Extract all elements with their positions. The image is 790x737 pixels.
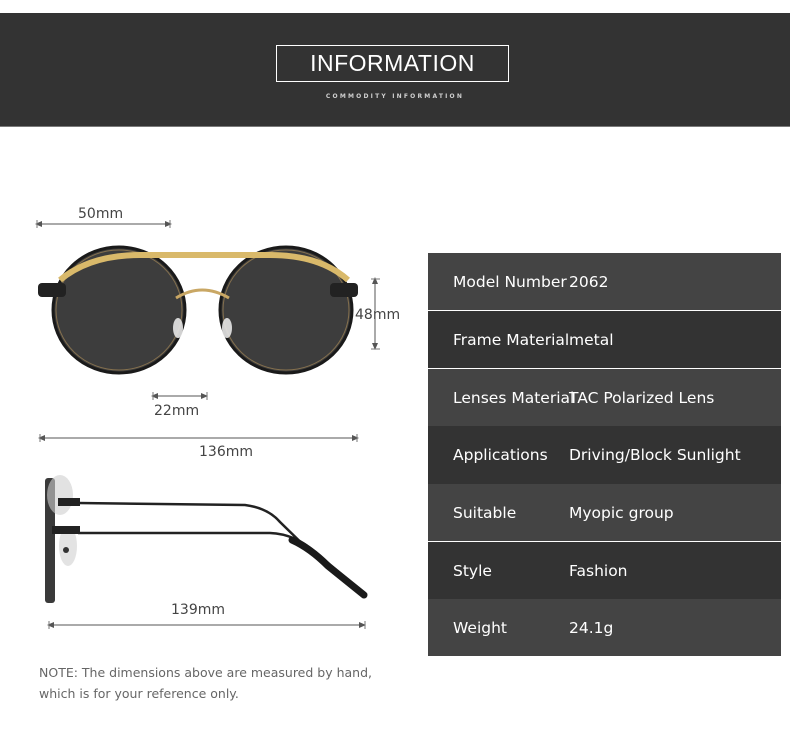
spec-key: Model Number <box>453 272 567 291</box>
spec-row-weight: Weight 24.1g <box>428 599 781 656</box>
spec-key: Lenses Material <box>453 388 575 407</box>
spec-value: 2062 <box>569 272 609 291</box>
spec-row-frame-material: Frame Material metal <box>428 310 781 368</box>
frame-width-label: 136mm <box>199 444 253 460</box>
temple-length-label: 139mm <box>171 602 225 618</box>
spec-row-model-number: Model Number 2062 <box>428 253 781 310</box>
left-hinge <box>38 283 66 297</box>
temple-length-dimension-line <box>47 621 366 629</box>
bridge-width-label: 22mm <box>154 403 200 419</box>
spec-value: 24.1g <box>569 618 614 637</box>
spec-key: Suitable <box>453 503 517 522</box>
spec-row-style: Style Fashion <box>428 541 781 599</box>
glasses-front-image <box>35 220 380 442</box>
lens-height-label: 48mm <box>355 307 401 323</box>
page-subtitle: COMMODITY INFORMATION <box>325 93 465 100</box>
spec-table: Model Number 2062 Frame Material metal L… <box>428 253 781 656</box>
measurement-note: NOTE: The dimensions above are measured … <box>39 662 399 704</box>
spec-value: Myopic group <box>569 503 674 522</box>
spec-key: Weight <box>453 618 508 637</box>
spec-row-suitable: Suitable Myopic group <box>428 484 781 541</box>
header-band: INFORMATION COMMODITY INFORMATION <box>0 13 790 127</box>
spec-key: Style <box>453 561 492 580</box>
page-title: INFORMATION <box>310 50 475 76</box>
right-hinge <box>330 283 358 297</box>
lower-temple <box>78 531 361 591</box>
side-view-figure: 139mm <box>30 470 390 640</box>
frame-width-dimension-line <box>38 434 359 442</box>
spec-row-applications: Applications Driving/Block Sunlight <box>428 426 781 484</box>
lens-width-label: 50mm <box>78 206 124 222</box>
spec-key: Frame Material <box>453 330 570 349</box>
temple-tip <box>288 536 368 599</box>
note-line-1: NOTE: The dimensions above are measured … <box>39 665 373 680</box>
spec-key: Applications <box>453 446 548 464</box>
left-lens <box>51 245 187 375</box>
note-line-2: which is for your reference only. <box>39 686 239 701</box>
spec-value: Driving/Block Sunlight <box>569 446 741 464</box>
bridge-width-dimension-line <box>151 392 208 400</box>
right-nose-pad <box>222 318 232 338</box>
spec-value: metal <box>569 330 614 349</box>
left-nose-pad <box>173 318 183 338</box>
spec-row-lenses-material: Lenses Material TAC Polarized Lens <box>428 368 781 426</box>
title-box: INFORMATION <box>276 45 509 82</box>
front-view-figure: 50mm 48mm 22mm 136mm <box>30 200 420 470</box>
spec-value: Fashion <box>569 561 628 580</box>
spec-value: TAC Polarized Lens <box>569 388 715 407</box>
